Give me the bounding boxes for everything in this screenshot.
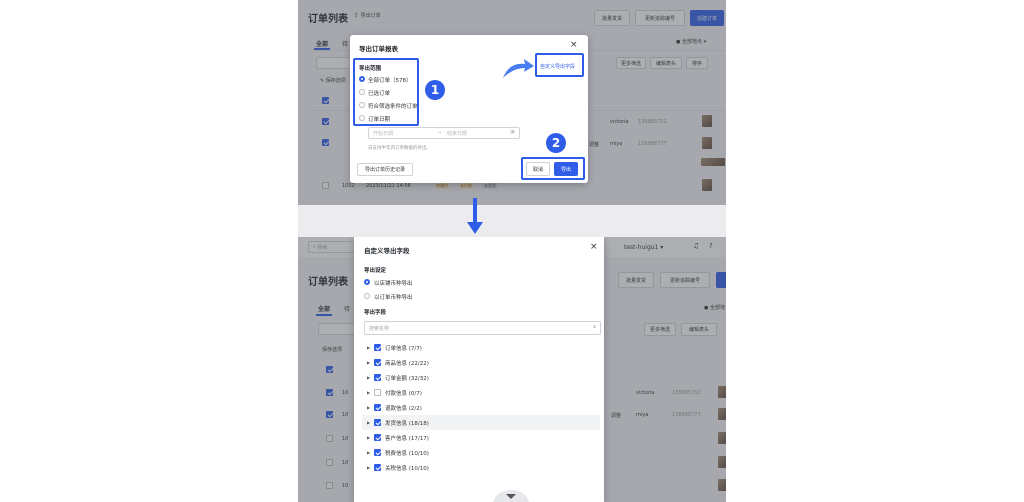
cancel-button[interactable]: 取消 <box>526 162 550 176</box>
separator-band <box>298 205 726 237</box>
field-group-checkbox[interactable] <box>374 464 381 471</box>
scope-highlight-box <box>353 58 419 126</box>
step-badge-2: 2 <box>546 133 566 153</box>
field-group-checkbox[interactable] <box>374 344 381 351</box>
close-icon[interactable]: × <box>570 41 578 50</box>
caret-right-icon: ▶ <box>367 390 371 395</box>
date-range-input[interactable]: 开始日期 → 结束日期 ▣ <box>368 127 520 139</box>
caret-right-icon: ▶ <box>367 450 371 455</box>
currency-radio-store[interactable] <box>364 279 370 285</box>
field-group-label: 客户信息 (17/17) <box>385 436 429 442</box>
field-group-checkbox[interactable] <box>374 389 381 396</box>
field-group-row[interactable]: ▶ 客户信息 (17/17) <box>362 430 600 445</box>
field-group-label: 关税信息 (10/10) <box>385 466 429 472</box>
field-group-row[interactable]: ▶ 商品信息 (22/22) <box>362 355 600 370</box>
field-group-checkbox[interactable] <box>374 419 381 426</box>
field-group-label: 退款信息 (2/2) <box>385 406 422 412</box>
field-group-row[interactable]: ▶ 发货信息 (18/18) <box>362 415 600 430</box>
field-group-row[interactable]: ▶ 关税信息 (10/10) <box>362 460 600 475</box>
date-hint: 日支持半年内订单数据的导出。 <box>368 146 431 151</box>
fields-label: 导出字段 <box>364 310 387 316</box>
settings-label: 导出设定 <box>364 268 387 274</box>
close-icon[interactable]: × <box>590 243 598 252</box>
field-group-row[interactable]: ▶ 订单金额 (32/32) <box>362 370 600 385</box>
caret-right-icon: ▶ <box>367 465 371 470</box>
caret-right-icon: ▶ <box>367 435 371 440</box>
modal-title: 自定义导出字段 <box>364 247 410 255</box>
caret-right-icon: ▶ <box>367 405 371 410</box>
scroll-down-icon[interactable] <box>493 490 529 502</box>
field-group-label: 付款信息 (0/7) <box>385 391 422 397</box>
field-group-checkbox[interactable] <box>374 359 381 366</box>
step-badge-1: 1 <box>425 80 445 100</box>
export-button[interactable]: 导出 <box>554 162 578 176</box>
field-group-checkbox[interactable] <box>374 449 381 456</box>
field-group-label: 订单信息 (7/7) <box>385 346 422 352</box>
field-search-input[interactable]: 搜索名称 ⌕ <box>364 321 601 335</box>
date-start: 开始日期 <box>373 131 394 137</box>
top-screenshot: 订单列表 ⇪ 导出订单 批量发货 更新追踪编号 创建订单 全部 待 ● 全部地点… <box>298 0 726 205</box>
caret-right-icon: ▶ <box>367 360 371 365</box>
date-end: 结束日期 <box>447 131 468 137</box>
currency-option-order: 以订单币种导出 <box>374 295 413 301</box>
field-search-placeholder: 搜索名称 <box>369 325 390 332</box>
field-group-label: 订单金额 (32/32) <box>385 376 429 382</box>
currency-radio-order[interactable] <box>364 293 370 299</box>
curved-arrow-icon <box>503 59 534 78</box>
custom-fields-link[interactable]: 自定义导出字段 <box>540 63 575 70</box>
field-group-row[interactable]: ▶ 退款信息 (2/2) <box>362 400 600 415</box>
field-group-row[interactable]: ▶ 订单信息 (7/7) <box>362 340 600 355</box>
field-group-row[interactable]: ▶ 付款信息 (0/7) <box>362 385 600 400</box>
modal-title: 导出订单报表 <box>359 45 398 53</box>
field-group-label: 发货信息 (18/18) <box>385 421 429 427</box>
search-icon: ⌕ <box>593 324 596 330</box>
field-group-checkbox[interactable] <box>374 434 381 441</box>
field-group-label: 商品信息 (22/22) <box>385 361 429 367</box>
caret-right-icon: ▶ <box>367 345 371 350</box>
calendar-icon: ▣ <box>510 129 515 135</box>
field-group-checkbox[interactable] <box>374 404 381 411</box>
date-separator: → <box>437 130 442 136</box>
field-group-label: 税费信息 (10/10) <box>385 451 429 457</box>
caret-right-icon: ▶ <box>367 420 371 425</box>
export-history-button[interactable]: 导出订单历史记录 <box>357 163 413 176</box>
caret-right-icon: ▶ <box>367 375 371 380</box>
custom-fields-modal: 自定义导出字段 × 导出设定 以店铺币种导出 以订单币种导出 导出字段 搜索名称… <box>354 237 604 502</box>
export-orders-modal: 导出订单报表 × 导出范围 全部订单（578） 已选订单 符合筛选条件的订单 订… <box>350 35 588 183</box>
down-arrow-icon <box>467 198 483 234</box>
currency-option-store: 以店铺币种导出 <box>374 281 413 287</box>
bottom-screenshot: ⌕ 搜索 test-huigu1 ▾ ♫ ? 订单列表 批量发货 更新追踪编号 … <box>298 237 726 502</box>
field-group-row[interactable]: ▶ 税费信息 (10/10) <box>362 445 600 460</box>
field-group-checkbox[interactable] <box>374 374 381 381</box>
tutorial-composite: 订单列表 ⇪ 导出订单 批量发货 更新追踪编号 创建订单 全部 待 ● 全部地点… <box>0 0 1024 502</box>
